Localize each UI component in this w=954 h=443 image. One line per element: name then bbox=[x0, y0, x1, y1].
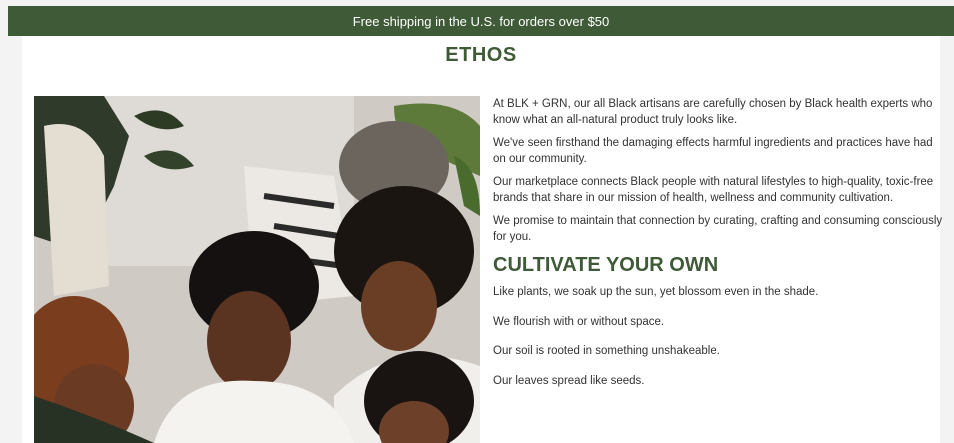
women-laughing-photo bbox=[34, 96, 480, 443]
announcement-bar: Free shipping in the U.S. for orders ove… bbox=[8, 6, 954, 36]
announcement-text: Free shipping in the U.S. for orders ove… bbox=[352, 13, 610, 29]
about-paragraph: Our marketplace connects Black people wi… bbox=[493, 176, 934, 204]
ethos-heading: ETHOS bbox=[445, 44, 517, 66]
cultivate-line: We flourish with or without space. bbox=[493, 315, 665, 328]
about-paragraph: We've seen firsthand the damaging effect… bbox=[493, 137, 933, 165]
cultivate-line: Our soil is rooted in something unshakea… bbox=[493, 345, 720, 357]
about-paragraph: At BLK + GRN, our all Black artisans are… bbox=[493, 98, 933, 126]
cultivate-line: Our leaves spread like seeds. bbox=[493, 374, 645, 387]
about-text-column: At BLK + GRN, our all Black artisans are… bbox=[493, 97, 943, 403]
cultivate-heading: CULTIVATE YOUR OWN bbox=[493, 254, 719, 276]
ethos-section: ETHOS At BLK + GRN, our all Black artisa… bbox=[22, 36, 943, 443]
cultivate-line: Like plants, we soak up the sun, yet blo… bbox=[493, 286, 819, 298]
about-paragraph: We promise to maintain that connection b… bbox=[493, 215, 943, 243]
page: Free shipping in the U.S. for orders ove… bbox=[0, 0, 954, 443]
